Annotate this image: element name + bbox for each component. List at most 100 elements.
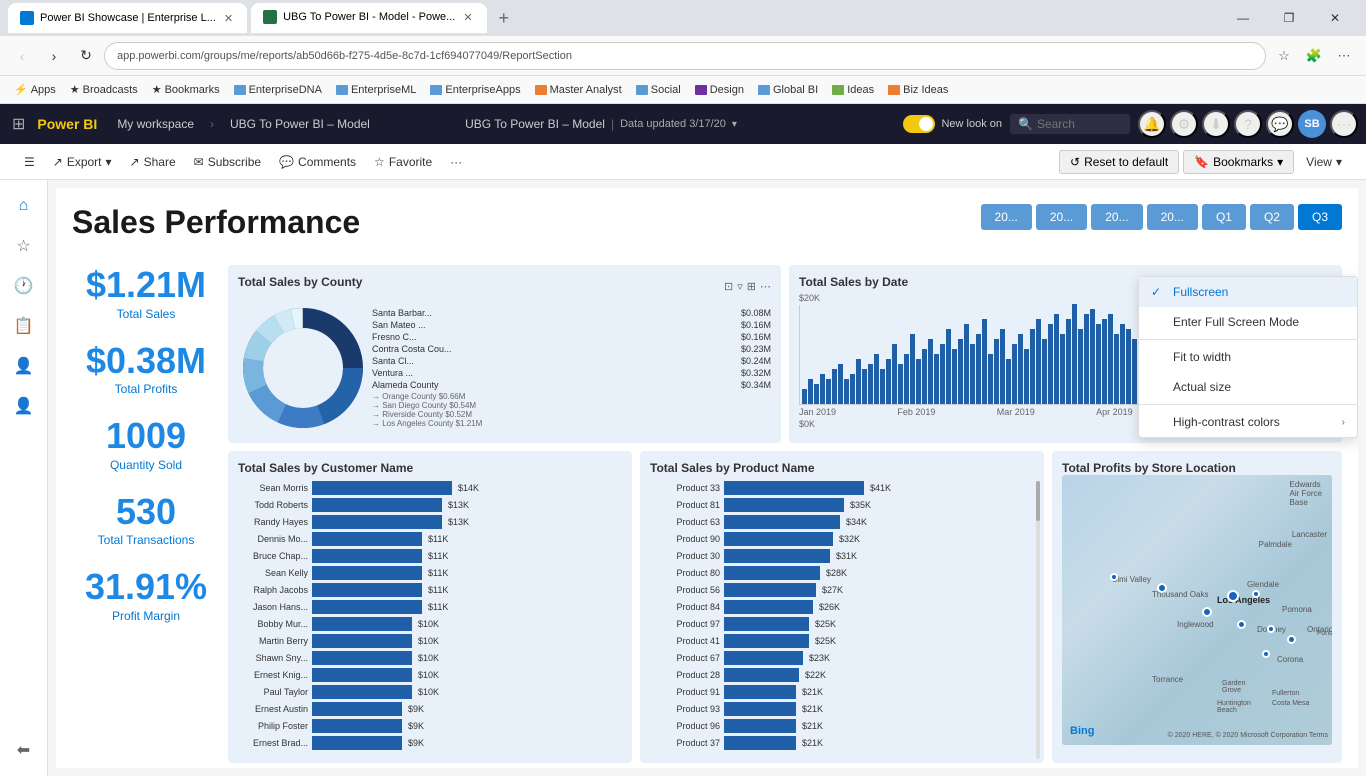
maximize-button[interactable]: ❐ bbox=[1266, 0, 1312, 36]
user-avatar[interactable]: SB bbox=[1298, 110, 1326, 138]
export-button[interactable]: ↗ Export ▾ bbox=[45, 151, 120, 173]
bookmark-ideas[interactable]: Ideas bbox=[826, 82, 880, 98]
toggle-switch[interactable] bbox=[903, 115, 935, 133]
pbi-search-box[interactable]: 🔍 bbox=[1010, 114, 1130, 134]
sidebar-shared[interactable]: 👤 bbox=[6, 348, 42, 384]
help-button[interactable]: ? bbox=[1234, 110, 1262, 138]
scrollbar-thumb[interactable] bbox=[1036, 481, 1040, 521]
nav-my-workspace[interactable]: My workspace bbox=[109, 113, 202, 135]
more-options-button[interactable]: ⋯ bbox=[1330, 110, 1358, 138]
ideas-folder-icon bbox=[832, 85, 844, 95]
browser-tab-1[interactable]: Power BI Showcase | Enterprise L... ✕ bbox=[8, 3, 247, 33]
sidebar-collapse[interactable]: ⬅ bbox=[6, 732, 42, 768]
total-sales-county-panel: Total Sales by County ⊡ ▿ ⊞ ⋯ bbox=[228, 265, 781, 443]
sidebar-favorites[interactable]: ☆ bbox=[6, 228, 42, 264]
refresh-button[interactable]: ↻ bbox=[72, 42, 100, 70]
reset-button[interactable]: ↺ Reset to default bbox=[1059, 150, 1179, 174]
bookmark-bookmarks[interactable]: ★ Bookmarks bbox=[146, 81, 226, 98]
dropdown-item-fullscreen[interactable]: ✓ Fullscreen bbox=[1139, 277, 1357, 307]
browser-tab-2[interactable]: UBG To Power BI - Model - Powe... ✕ bbox=[251, 3, 486, 33]
bar bbox=[312, 498, 442, 512]
focus-icon[interactable]: ⊡ bbox=[724, 280, 733, 293]
nav-report-name[interactable]: UBG To Power BI – Model bbox=[222, 113, 378, 135]
url-bar[interactable]: app.powerbi.com/groups/me/reports/ab50d6… bbox=[104, 42, 1266, 70]
notifications-button[interactable]: 🔔 bbox=[1138, 110, 1166, 138]
back-button[interactable]: ‹ bbox=[8, 42, 36, 70]
tab-title-1: Power BI Showcase | Enterprise L... bbox=[40, 12, 216, 24]
extensions-button[interactable]: 🧩 bbox=[1300, 42, 1328, 70]
tab-close-1[interactable]: ✕ bbox=[222, 12, 235, 25]
filter-q1[interactable]: Q1 bbox=[1202, 204, 1246, 230]
favorites-button[interactable]: ☆ bbox=[1270, 42, 1298, 70]
close-button[interactable]: ✕ bbox=[1312, 0, 1358, 36]
bookmark-masteranalyst[interactable]: Master Analyst bbox=[529, 82, 628, 98]
scrollbar-track[interactable] bbox=[1036, 481, 1040, 759]
filter-icon[interactable]: ▿ bbox=[737, 280, 743, 293]
sidebar-home[interactable]: ⌂ bbox=[6, 188, 42, 224]
ellipsis-icon[interactable]: ⋯ bbox=[760, 280, 771, 293]
filter-q2[interactable]: Q2 bbox=[1250, 204, 1294, 230]
bar bbox=[312, 736, 402, 750]
filter-2020[interactable]: 20... bbox=[1147, 204, 1198, 230]
bookmark-enterprisedna[interactable]: EnterpriseDNA bbox=[228, 82, 328, 98]
settings-button[interactable]: ⚙ bbox=[1170, 110, 1198, 138]
bar bbox=[832, 369, 837, 404]
dropdown-item-actual-size[interactable]: Actual size bbox=[1139, 372, 1357, 402]
search-input[interactable] bbox=[1037, 117, 1117, 131]
view-chevron: ▾ bbox=[1336, 155, 1342, 169]
chat-button[interactable]: 💬 bbox=[1266, 110, 1294, 138]
filter-q3[interactable]: Q3 bbox=[1298, 204, 1342, 230]
list-item: Product 80 $28K bbox=[650, 566, 1034, 580]
dropdown-item-fit-width[interactable]: Fit to width bbox=[1139, 342, 1357, 372]
more-viz-icon[interactable]: ⊞ bbox=[747, 280, 756, 293]
new-tab-button[interactable]: + bbox=[491, 8, 518, 29]
legend-item: San Mateo ...$0.16M bbox=[372, 320, 771, 330]
bookmark-bizideas[interactable]: Biz Ideas bbox=[882, 82, 954, 98]
bookmark-design[interactable]: Design bbox=[689, 82, 750, 98]
bookmark-globalbi[interactable]: Global BI bbox=[752, 82, 824, 98]
subscribe-button[interactable]: ✉ Subscribe bbox=[186, 151, 269, 173]
globalbi-folder-icon bbox=[758, 85, 770, 95]
forward-button[interactable]: › bbox=[40, 42, 68, 70]
sidebar-apps[interactable]: 📋 bbox=[6, 308, 42, 344]
bookmark-enterpriseapps[interactable]: EnterpriseApps bbox=[424, 82, 526, 98]
bar bbox=[892, 344, 897, 404]
legend-item: Ventura ...$0.32M bbox=[372, 368, 771, 378]
window-controls: — ❐ ✕ bbox=[1220, 0, 1358, 36]
minimize-button[interactable]: — bbox=[1220, 0, 1266, 36]
browser-menu-button[interactable]: ⋯ bbox=[1330, 42, 1358, 70]
sidebar-recent[interactable]: 🕐 bbox=[6, 268, 42, 304]
sidebar-workspaces[interactable]: 👤 bbox=[6, 388, 42, 424]
bar bbox=[1108, 314, 1113, 404]
tab-close-2[interactable]: ✕ bbox=[461, 11, 474, 24]
bar bbox=[1120, 324, 1125, 404]
more-button[interactable]: ··· bbox=[442, 151, 470, 173]
bookmark-enterpriseml[interactable]: EnterpriseML bbox=[330, 82, 422, 98]
filter-2018[interactable]: 20... bbox=[1036, 204, 1087, 230]
dropdown-item-enter-fullscreen[interactable]: Enter Full Screen Mode bbox=[1139, 307, 1357, 337]
apps-icon: ⚡ bbox=[14, 83, 28, 96]
favorite-button[interactable]: ☆ Favorite bbox=[366, 151, 440, 173]
bookmarks-button[interactable]: 🔖 Bookmarks ▾ bbox=[1183, 150, 1294, 174]
view-button[interactable]: View ▾ bbox=[1298, 151, 1350, 173]
dropdown-chevron[interactable]: ▾ bbox=[732, 119, 737, 130]
total-profits-store-panel: Total Profits by Store Location EdwardsA… bbox=[1052, 451, 1342, 763]
toolbar-right: ↺ Reset to default 🔖 Bookmarks ▾ View ▾ bbox=[1059, 150, 1350, 174]
download-button[interactable]: ⬇ bbox=[1202, 110, 1230, 138]
bookmark-apps[interactable]: ⚡ Apps bbox=[8, 81, 62, 98]
new-look-toggle[interactable]: New look on bbox=[903, 115, 1002, 133]
dropdown-item-high-contrast[interactable]: High-contrast colors › bbox=[1139, 407, 1357, 437]
comments-button[interactable]: 💬 Comments bbox=[271, 151, 364, 173]
hamburger-button[interactable]: ☰ bbox=[16, 151, 43, 173]
share-button[interactable]: ↗ Share bbox=[122, 151, 184, 173]
bookmark-broadcasts[interactable]: ★ Broadcasts bbox=[64, 81, 144, 98]
pbi-topbar: ⊞ Power BI My workspace › UBG To Power B… bbox=[0, 104, 1366, 144]
grid-icon[interactable]: ⊞ bbox=[8, 110, 29, 138]
map-label-lancaster: Lancaster bbox=[1292, 530, 1327, 539]
kpi-total-profits-value: $0.38M bbox=[72, 341, 220, 381]
map-label-edwards: EdwardsAir ForceBase bbox=[1290, 480, 1322, 507]
filter-2017[interactable]: 20... bbox=[981, 204, 1032, 230]
filter-2019[interactable]: 20... bbox=[1091, 204, 1142, 230]
bookmark-social[interactable]: Social bbox=[630, 82, 687, 98]
map-label-los-angeles: Los Angeles bbox=[1217, 595, 1270, 605]
